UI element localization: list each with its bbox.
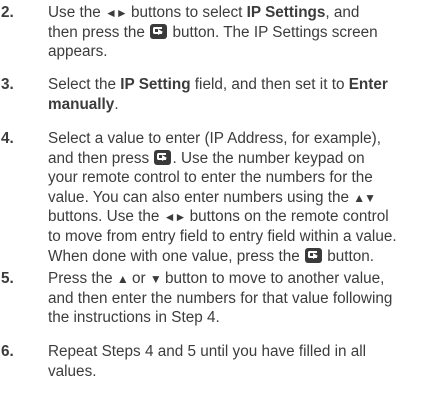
step-text: Select the IP Setting field, and then se…: [48, 75, 446, 114]
text-line: your remote control to enter the numbers…: [48, 169, 373, 187]
step-text: Press the ▲ or ▼ button to move to anoth…: [48, 269, 446, 328]
up-arrow-icon: ▲: [116, 272, 129, 286]
step-number: 2.: [1, 4, 14, 21]
text-line: then press the button. The IP Settings s…: [48, 23, 378, 41]
step-text: Select a value to enter (IP Address, for…: [48, 129, 446, 266]
text-line: the instructions in Step 4.: [48, 309, 220, 327]
enter-button-icon: [154, 149, 172, 165]
step-number: 4.: [1, 130, 14, 147]
text-line: buttons. Use the ◄► buttons on the remot…: [48, 208, 389, 226]
text-line: Press the ▲ or ▼ button to move to anoth…: [48, 270, 385, 287]
left-right-arrow-icon: ◄►: [163, 210, 187, 225]
text-line: and then press . Use the number keypad o…: [48, 149, 365, 167]
up-down-arrow-icon: ▲▼: [353, 190, 376, 205]
step-number: 6.: [1, 343, 14, 360]
ip-setting-term: IP Setting: [120, 76, 191, 93]
text-line: Repeat Steps 4 and 5 until you have fill…: [48, 343, 367, 360]
text-line: manually.: [48, 95, 119, 113]
down-arrow-icon: ▼: [149, 272, 162, 286]
left-right-arrow-icon: ◄►: [104, 6, 128, 20]
text-line: and then enter the numbers for that valu…: [48, 289, 393, 307]
step-text: Use the ◄► buttons to select IP Settings…: [48, 3, 446, 62]
manual-page: 2. Use the ◄► buttons to select IP Setti…: [0, 0, 446, 411]
text-line: When done with one value, press the butt…: [48, 247, 374, 265]
step-number: 5.: [1, 270, 14, 287]
enter-manually-term: Enter: [348, 76, 388, 93]
text-line: Select a value to enter (IP Address, for…: [48, 130, 382, 147]
text-line: appears.: [48, 43, 108, 61]
enter-button-icon: [150, 23, 168, 39]
text-line: Select the IP Setting field, and then se…: [48, 76, 388, 93]
text-line: to move from entry field to entry field …: [48, 227, 397, 245]
ip-settings-term: IP Settings: [246, 4, 326, 21]
step-text: Repeat Steps 4 and 5 until you have fill…: [48, 342, 446, 381]
text-line: value. You can also enter numbers using …: [48, 188, 376, 206]
enter-manually-term: manually: [48, 95, 115, 113]
step-number: 3.: [1, 76, 14, 93]
text-line: Use the ◄► buttons to select IP Settings…: [48, 4, 360, 21]
enter-button-icon: [304, 247, 322, 263]
text-line: values.: [48, 362, 97, 380]
